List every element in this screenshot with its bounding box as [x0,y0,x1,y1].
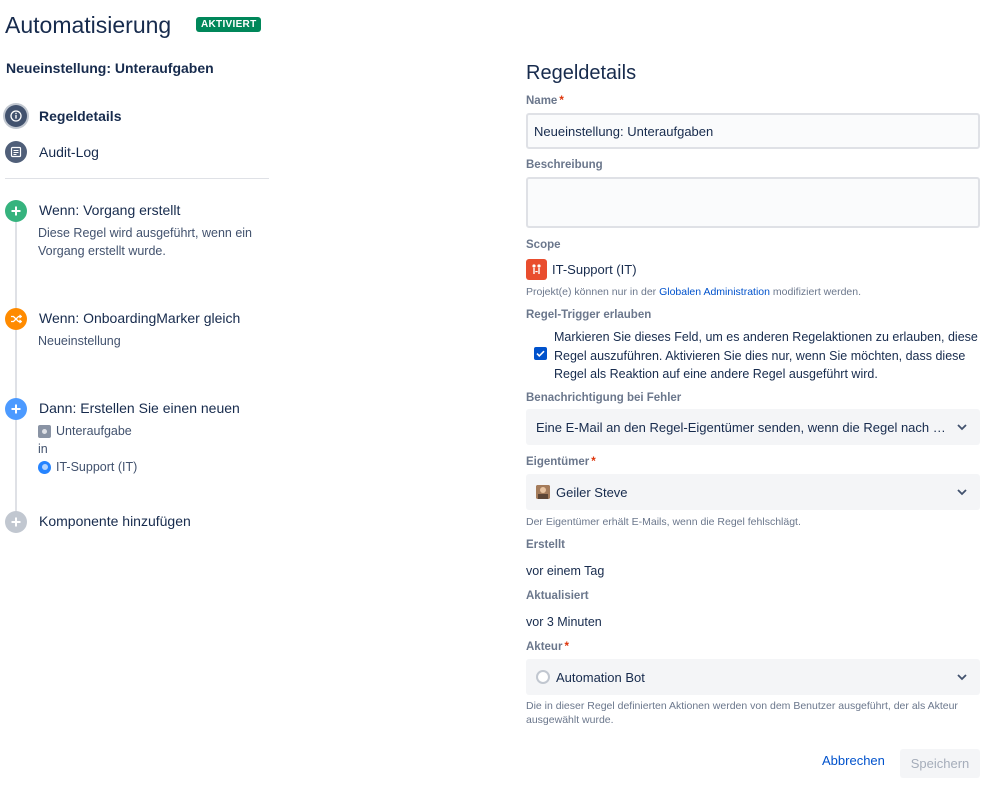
notify-select[interactable]: Eine E-Mail an den Regel-Eigentümer send… [526,409,980,445]
scope-value: IT-Support (IT) [526,259,637,280]
updated-label: Aktualisiert [526,590,589,602]
component-title: Dann: Erstellen Sie einen neuen [39,400,240,416]
issue-type-label: Unteraufgabe [56,424,132,438]
status-badge: AKTIVIERT [196,17,262,32]
owner-label: Eigentümer * [526,456,596,468]
actor-select[interactable]: Automation Bot [526,659,980,695]
cancel-button[interactable]: Abbrechen [822,753,885,768]
component-description: Unteraufgabe in IT-Support (IT) [38,422,278,476]
chevron-down-icon [957,489,967,496]
nav-divider [5,178,269,179]
timeline-line [15,222,17,512]
updated-value: vor 3 Minuten [526,615,602,629]
plus-icon [5,398,27,420]
owner-select[interactable]: Geiler Steve [526,474,980,510]
created-value: vor einem Tag [526,564,605,578]
trigger-description: Markieren Sie dieses Feld, um es anderen… [554,330,978,381]
description-label: Beschreibung [526,159,603,171]
subtask-icon [38,424,51,438]
avatar [536,485,550,499]
plus-icon [5,200,27,222]
info-icon [5,105,27,127]
page-title: Automatisierung [5,12,172,38]
project-label: IT-Support (IT) [56,460,138,474]
nav-item-label: Audit-Log [39,144,99,160]
component-title: Komponente hinzufügen [39,513,191,529]
in-label: in [38,442,48,456]
nav-item-label: Regeldetails [39,108,122,124]
notify-label: Benachrichtigung bei Fehler [526,392,682,404]
form-title: Regeldetails [526,62,637,84]
rule-name-heading: Neueinstellung: Unteraufgaben [6,60,214,76]
component-title: Wenn: Vorgang erstellt [39,202,181,218]
name-input[interactable] [526,113,980,149]
bot-avatar-icon [536,670,550,684]
check-icon [536,350,545,358]
nav-item-audit-log[interactable]: Audit-Log [5,141,99,163]
list-icon [5,141,27,163]
trigger-checkbox[interactable] [534,347,547,360]
project-avatar-icon [526,259,547,280]
created-label: Erstellt [526,539,565,551]
shuffle-icon [5,308,27,330]
scope-label: Scope [526,239,561,251]
component-description: Neueinstellung [38,334,121,348]
actor-label: Akteur * [526,641,569,653]
actor-help: Die in dieser Regel definierten Aktionen… [526,700,958,726]
scope-help: Projekt(e) können nur in der Globalen Ad… [526,286,862,298]
nav-item-rule-details[interactable]: Regeldetails [5,105,121,127]
global-admin-link[interactable]: Globalen Administration [659,286,770,298]
save-button[interactable]: Speichern [900,749,980,778]
component-title: Wenn: OnboardingMarker gleich [39,310,241,326]
chevron-down-icon [957,674,967,681]
chevron-down-icon [957,424,967,431]
description-input[interactable] [526,177,980,228]
name-label: Name * [526,95,564,107]
trigger-label: Regel-Trigger erlauben [526,309,652,321]
project-icon [38,460,51,474]
owner-help: Der Eigentümer erhält E-Mails, wenn die … [526,516,801,528]
component-description: Diese Regel wird ausgeführt, wenn ein Vo… [38,226,253,258]
plus-icon [5,511,27,533]
